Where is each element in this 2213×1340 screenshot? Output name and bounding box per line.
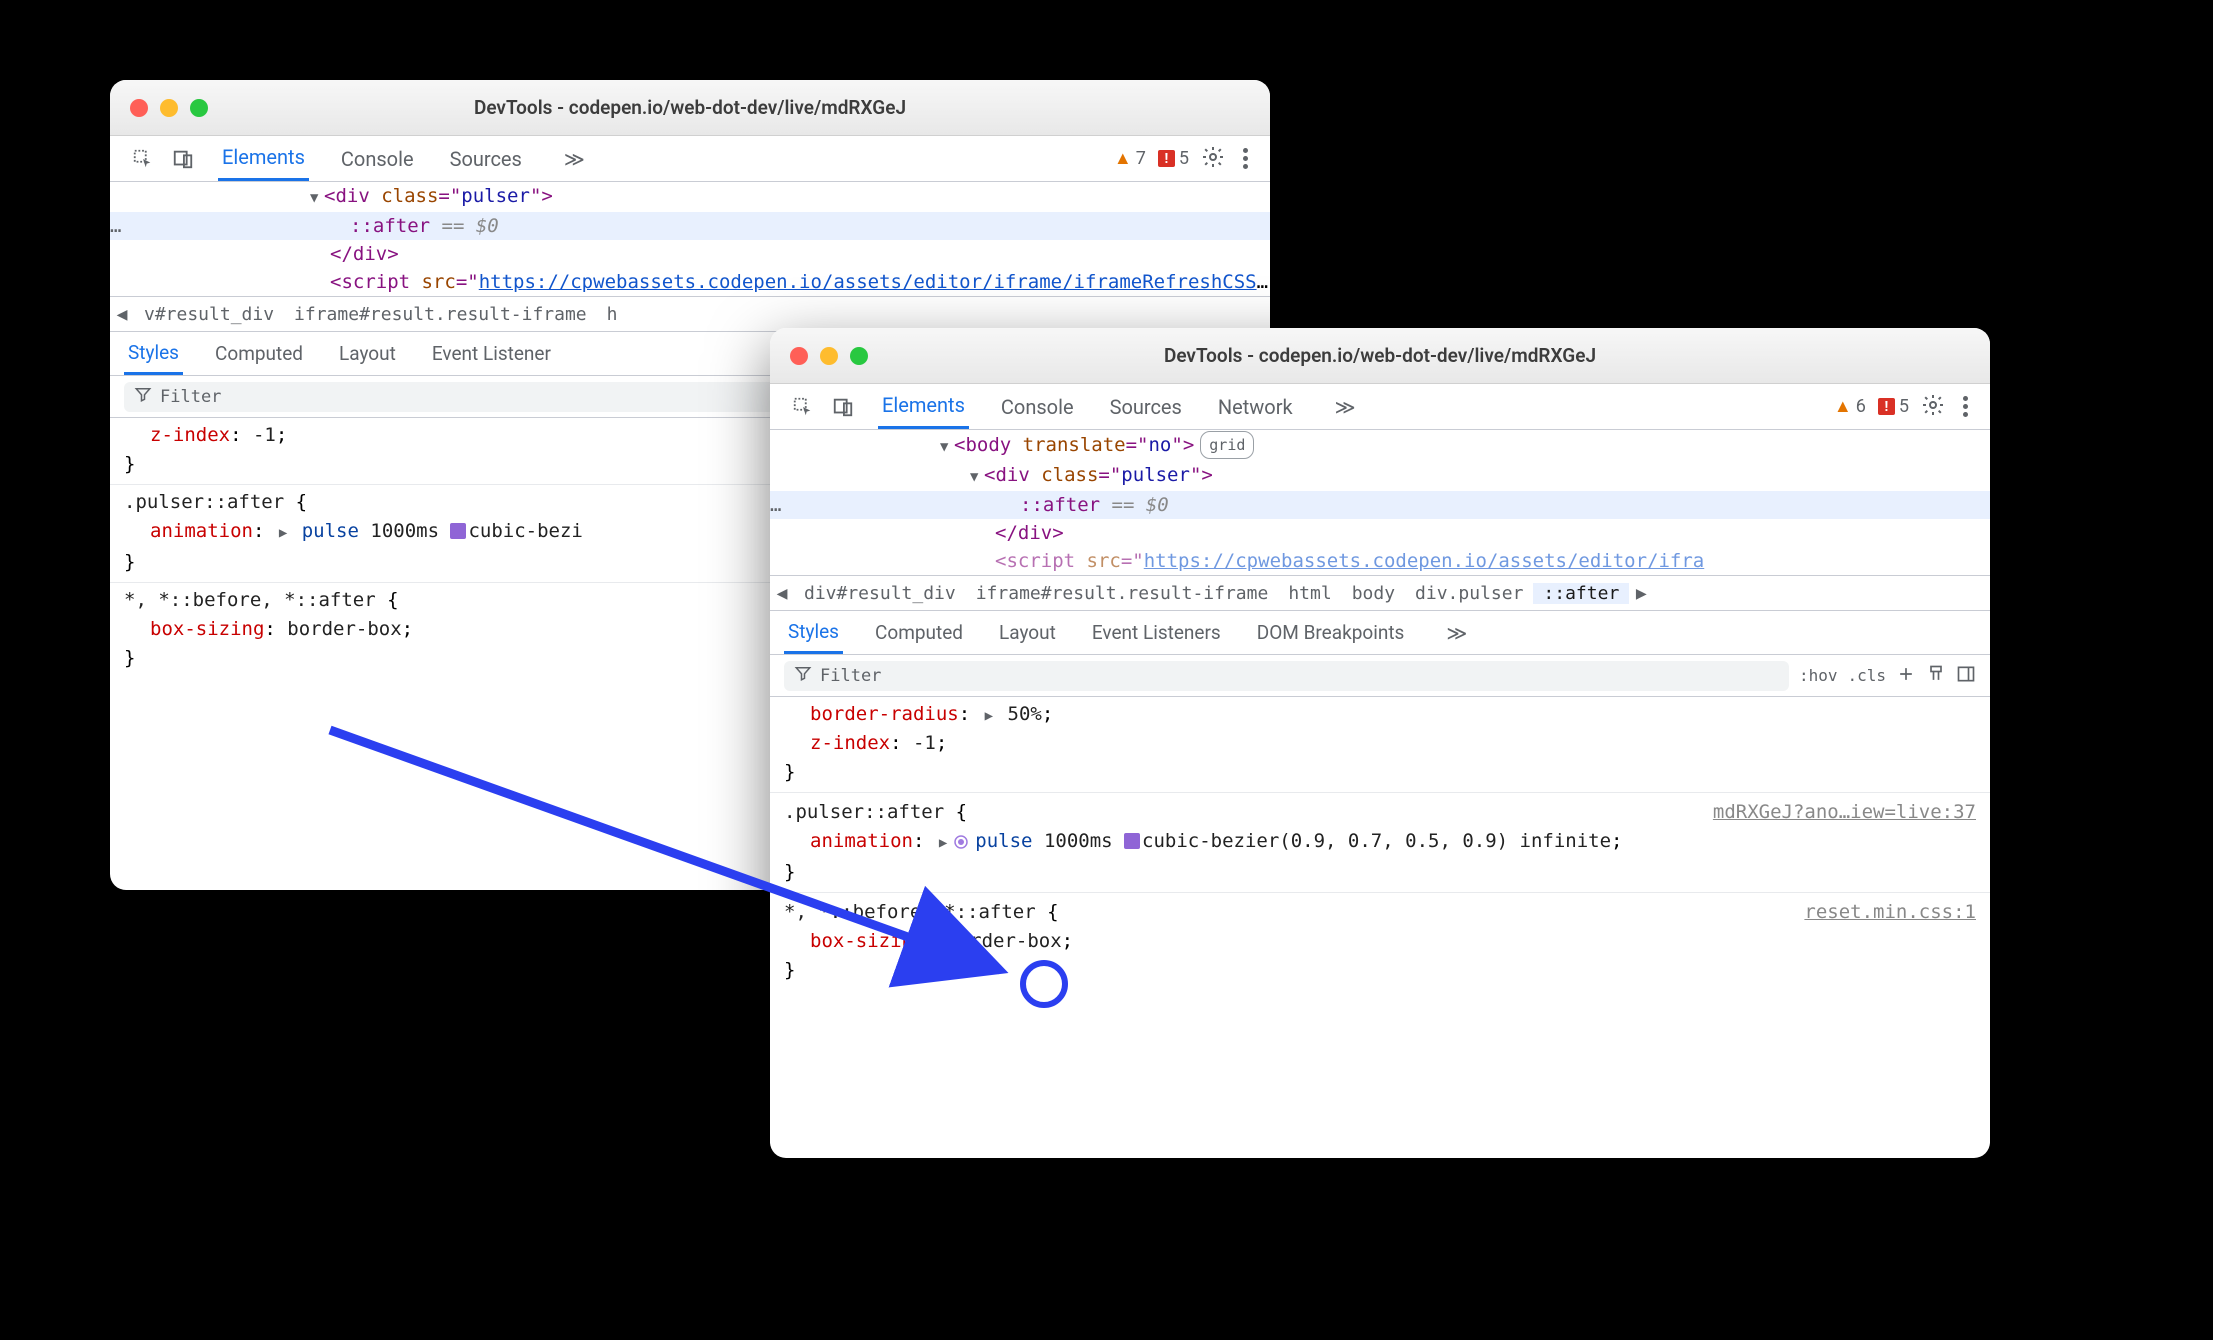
devtools-toolbar: Elements Console Sources Network ≫ ▲6 !5 bbox=[770, 384, 1990, 430]
hov-toggle[interactable]: :hov bbox=[1799, 666, 1838, 685]
tab-sources[interactable]: Sources bbox=[446, 136, 526, 181]
chevron-right-icon[interactable]: ▶ bbox=[279, 520, 287, 547]
dom-node[interactable]: <script src="https://cpwebassets.codepen… bbox=[770, 547, 1990, 575]
subtab-layout[interactable]: Layout bbox=[995, 611, 1060, 654]
dom-node[interactable]: </div> bbox=[110, 240, 1270, 268]
minimize-window-button[interactable] bbox=[820, 347, 838, 365]
tabs-overflow-icon[interactable]: ≫ bbox=[1325, 384, 1366, 429]
more-menu-icon[interactable] bbox=[1237, 148, 1254, 169]
subtab-event-listeners[interactable]: Event Listeners bbox=[1088, 611, 1225, 654]
breadcrumb-item-selected[interactable]: ::after bbox=[1533, 583, 1629, 604]
subtab-styles[interactable]: Styles bbox=[784, 611, 843, 654]
window-title: DevTools - codepen.io/web-dot-dev/live/m… bbox=[770, 344, 1990, 367]
breadcrumb-bar: ◀ v#result_div iframe#result.result-ifra… bbox=[110, 296, 1270, 332]
new-style-rule-icon[interactable] bbox=[1896, 664, 1916, 688]
funnel-icon bbox=[134, 385, 152, 408]
subtab-dom-breakpoints[interactable]: DOM Breakpoints bbox=[1253, 611, 1409, 654]
filter-placeholder: Filter bbox=[820, 666, 881, 686]
breadcrumb-item[interactable]: body bbox=[1342, 583, 1405, 604]
annotation-circle bbox=[1020, 960, 1068, 1008]
inspect-element-icon[interactable] bbox=[790, 394, 816, 420]
copy-styles-icon[interactable] bbox=[1926, 664, 1946, 688]
maximize-window-button[interactable] bbox=[850, 347, 868, 365]
styles-subtabs: Styles Computed Layout Event Listeners D… bbox=[770, 611, 1990, 655]
warnings-badge[interactable]: ▲7 bbox=[1114, 148, 1146, 169]
easing-swatch-icon[interactable] bbox=[1124, 833, 1140, 849]
tab-elements[interactable]: Elements bbox=[218, 136, 309, 181]
subtab-computed[interactable]: Computed bbox=[871, 611, 967, 654]
easing-swatch-icon[interactable] bbox=[450, 523, 466, 539]
breadcrumb-item[interactable]: v#result_div bbox=[134, 304, 284, 325]
annotation-arrow bbox=[300, 710, 1040, 1010]
breadcrumb-scroll-right[interactable]: ▶ bbox=[1629, 583, 1653, 604]
minimize-window-button[interactable] bbox=[160, 99, 178, 117]
cls-toggle[interactable]: .cls bbox=[1847, 666, 1886, 685]
styles-filterbar: Filter :hov .cls bbox=[770, 655, 1990, 697]
tab-sources[interactable]: Sources bbox=[1106, 384, 1186, 429]
styles-filter-input[interactable]: Filter bbox=[784, 661, 1789, 691]
tabs-overflow-icon[interactable]: ≫ bbox=[554, 136, 595, 181]
source-link[interactable]: reset.min.css:1 bbox=[1804, 899, 1976, 926]
dom-node-selected[interactable]: ::after == $0 bbox=[770, 491, 1990, 519]
settings-icon[interactable] bbox=[1921, 393, 1945, 421]
elements-panel: ▼<body translate="no">grid ▼<div class="… bbox=[770, 430, 1990, 575]
tab-elements[interactable]: Elements bbox=[878, 384, 969, 429]
warning-icon: ▲ bbox=[1834, 396, 1852, 417]
breadcrumb-item[interactable]: h bbox=[597, 304, 628, 325]
breadcrumb-item[interactable]: div#result_div bbox=[794, 583, 966, 604]
warning-icon: ▲ bbox=[1114, 148, 1132, 169]
errors-badge[interactable]: !5 bbox=[1158, 148, 1189, 169]
subtab-event-listeners[interactable]: Event Listener bbox=[428, 332, 555, 375]
close-window-button[interactable] bbox=[130, 99, 148, 117]
source-link[interactable]: mdRXGeJ?ano…iew=live:37 bbox=[1713, 799, 1976, 826]
dom-node[interactable]: </div> bbox=[770, 519, 1990, 547]
settings-icon[interactable] bbox=[1201, 145, 1225, 173]
dom-node[interactable]: <script src="https://cpwebassets.codepen… bbox=[110, 268, 1270, 296]
breadcrumb-bar: ◀ div#result_div iframe#result.result-if… bbox=[770, 575, 1990, 611]
tab-console[interactable]: Console bbox=[337, 136, 418, 181]
titlebar[interactable]: DevTools - codepen.io/web-dot-dev/live/m… bbox=[110, 80, 1270, 136]
subtab-computed[interactable]: Computed bbox=[211, 332, 307, 375]
devtools-toolbar: Elements Console Sources ≫ ▲7 !5 bbox=[110, 136, 1270, 182]
errors-badge[interactable]: !5 bbox=[1878, 396, 1909, 417]
device-toolbar-icon[interactable] bbox=[830, 394, 856, 420]
error-icon: ! bbox=[1878, 398, 1895, 415]
traffic-lights bbox=[770, 347, 868, 365]
breadcrumb-scroll-left[interactable]: ◀ bbox=[110, 304, 134, 325]
breadcrumb-scroll-left[interactable]: ◀ bbox=[770, 583, 794, 604]
tab-network[interactable]: Network bbox=[1214, 384, 1297, 429]
dom-node-selected[interactable]: ::after == $0 bbox=[110, 212, 1270, 240]
warnings-badge[interactable]: ▲6 bbox=[1834, 396, 1866, 417]
breadcrumb-item[interactable]: html bbox=[1278, 583, 1341, 604]
traffic-lights bbox=[110, 99, 208, 117]
close-window-button[interactable] bbox=[790, 347, 808, 365]
dom-node[interactable]: ▼<div class="pulser"> bbox=[770, 461, 1990, 491]
elements-panel: ▼<div class="pulser"> ::after == $0 </di… bbox=[110, 182, 1270, 296]
subtab-styles[interactable]: Styles bbox=[124, 332, 183, 375]
dom-node[interactable]: ▼<div class="pulser"> bbox=[110, 182, 1270, 212]
maximize-window-button[interactable] bbox=[190, 99, 208, 117]
inspect-element-icon[interactable] bbox=[130, 146, 156, 172]
more-menu-icon[interactable] bbox=[1957, 396, 1974, 417]
grid-badge[interactable]: grid bbox=[1200, 431, 1254, 459]
breadcrumb-item[interactable]: iframe#result.result-iframe bbox=[284, 304, 597, 325]
funnel-icon bbox=[794, 664, 812, 687]
device-toolbar-icon[interactable] bbox=[170, 146, 196, 172]
titlebar[interactable]: DevTools - codepen.io/web-dot-dev/live/m… bbox=[770, 328, 1990, 384]
filter-placeholder: Filter bbox=[160, 387, 221, 407]
subtab-layout[interactable]: Layout bbox=[335, 332, 400, 375]
breadcrumb-item[interactable]: iframe#result.result-iframe bbox=[966, 583, 1279, 604]
tab-console[interactable]: Console bbox=[997, 384, 1078, 429]
subtabs-overflow-icon[interactable]: ≫ bbox=[1436, 611, 1477, 654]
computed-sidebar-icon[interactable] bbox=[1956, 664, 1976, 688]
error-icon: ! bbox=[1158, 150, 1175, 167]
breadcrumb-item[interactable]: div.pulser bbox=[1405, 583, 1533, 604]
dom-node[interactable]: ▼<body translate="no">grid bbox=[770, 430, 1990, 461]
window-title: DevTools - codepen.io/web-dot-dev/live/m… bbox=[110, 96, 1270, 119]
